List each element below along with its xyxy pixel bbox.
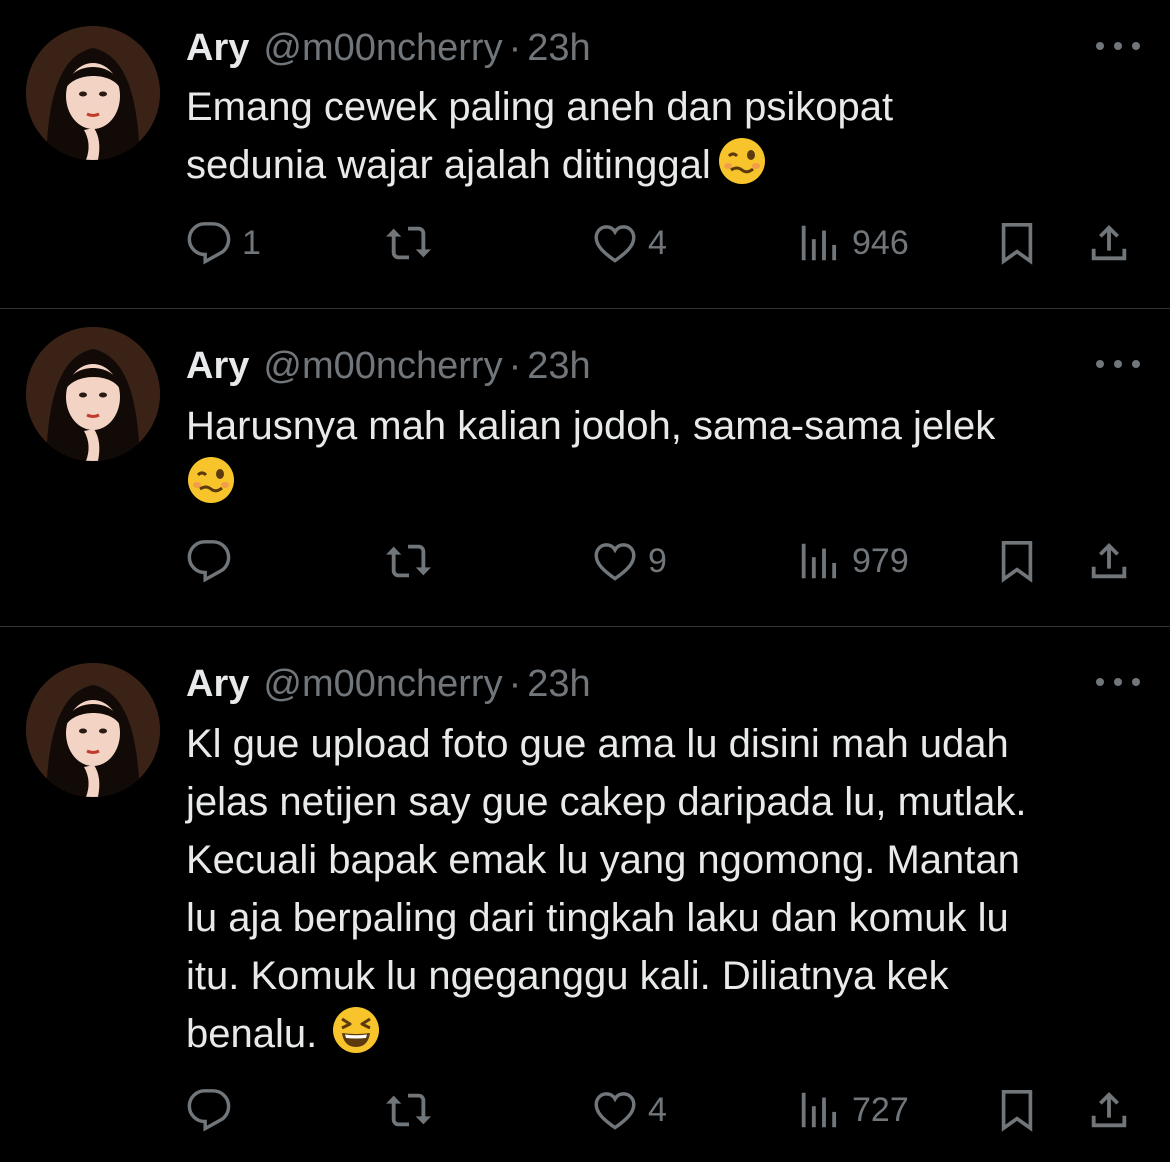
woozy-face-emoji-icon: [186, 455, 236, 505]
views-count: 979: [852, 541, 909, 580]
like-button[interactable]: 9: [592, 536, 667, 586]
heart-icon: [592, 220, 638, 266]
tweet-text: Emang cewek paling aneh dan psikopat sed…: [186, 78, 1136, 194]
tweet-actions: 1 4 946: [186, 218, 1136, 268]
author-handle[interactable]: @m00ncherry: [263, 663, 502, 706]
tweet[interactable]: Ary @m00ncherry · 23h Harusnya mah kalia…: [0, 309, 1170, 627]
tweet-actions: 9 979: [186, 536, 1136, 586]
views-chart-icon: [796, 538, 842, 584]
timestamp[interactable]: 23h: [527, 27, 590, 70]
bookmark-button[interactable]: [994, 1085, 1040, 1135]
views-chart-icon: [796, 220, 842, 266]
separator: ·: [508, 344, 522, 387]
avatar[interactable]: [26, 327, 160, 461]
more-options-icon[interactable]: [1096, 36, 1140, 56]
tweet[interactable]: Ary @m00ncherry · 23h Kl gue upload foto…: [0, 627, 1170, 1162]
more-options-icon[interactable]: [1096, 672, 1140, 692]
views-chart-icon: [796, 1087, 842, 1133]
author-name[interactable]: Ary: [186, 663, 249, 706]
like-count: 4: [648, 1090, 667, 1129]
bookmark-button[interactable]: [994, 536, 1040, 586]
share-icon: [1086, 1087, 1132, 1133]
retweet-button[interactable]: [384, 536, 444, 586]
share-button[interactable]: [1086, 536, 1132, 586]
separator: ·: [508, 662, 522, 705]
share-button[interactable]: [1086, 1085, 1132, 1135]
tweet-text-content: Kl gue upload foto gue ama lu disini mah…: [186, 722, 1027, 1056]
share-icon: [1086, 220, 1132, 266]
retweet-button[interactable]: [384, 1085, 444, 1135]
tweet-header: Ary @m00ncherry · 23h: [186, 340, 591, 392]
woozy-face-emoji-icon: [717, 136, 767, 186]
bookmark-button[interactable]: [994, 218, 1040, 268]
avatar[interactable]: [26, 26, 160, 160]
like-count: 9: [648, 541, 667, 580]
views-count: 946: [852, 223, 909, 262]
like-button[interactable]: 4: [592, 218, 667, 268]
heart-icon: [592, 1087, 638, 1133]
tweet-text: Harusnya mah kalian jodoh, sama-sama jel…: [186, 397, 1136, 513]
retweet-icon: [384, 538, 434, 584]
reply-button[interactable]: 1: [186, 218, 261, 268]
timestamp[interactable]: 23h: [527, 345, 590, 388]
reply-count: 1: [242, 223, 261, 262]
share-icon: [1086, 538, 1132, 584]
share-button[interactable]: [1086, 218, 1132, 268]
author-name[interactable]: Ary: [186, 27, 249, 70]
retweet-button[interactable]: [384, 218, 444, 268]
tweet-text-content: Harusnya mah kalian jodoh, sama-sama jel…: [186, 404, 996, 448]
tweet[interactable]: Ary @m00ncherry · 23h Emang cewek paling…: [0, 0, 1170, 309]
views-button[interactable]: 727: [796, 1085, 909, 1135]
tweet-actions: 4 727: [186, 1085, 1136, 1135]
like-count: 4: [648, 223, 667, 262]
like-button[interactable]: 4: [592, 1085, 667, 1135]
reply-button[interactable]: [186, 536, 242, 586]
views-button[interactable]: 979: [796, 536, 909, 586]
heart-icon: [592, 538, 638, 584]
separator: ·: [508, 26, 522, 69]
retweet-icon: [384, 1087, 434, 1133]
reply-icon: [186, 220, 232, 266]
avatar[interactable]: [26, 663, 160, 797]
bookmark-icon: [994, 220, 1040, 266]
grinning-squinting-face-emoji-icon: [331, 1005, 381, 1055]
tweet-text: Kl gue upload foto gue ama lu disini mah…: [186, 715, 1136, 1063]
tweet-text-content: Emang cewek paling aneh dan psikopat sed…: [186, 85, 894, 187]
tweet-header: Ary @m00ncherry · 23h: [186, 22, 591, 74]
author-handle[interactable]: @m00ncherry: [263, 345, 502, 388]
tweet-header: Ary @m00ncherry · 23h: [186, 658, 591, 710]
reply-icon: [186, 1087, 232, 1133]
views-count: 727: [852, 1090, 909, 1129]
bookmark-icon: [994, 1087, 1040, 1133]
reply-icon: [186, 538, 232, 584]
reply-button[interactable]: [186, 1085, 242, 1135]
author-name[interactable]: Ary: [186, 345, 249, 388]
retweet-icon: [384, 220, 434, 266]
author-handle[interactable]: @m00ncherry: [263, 27, 502, 70]
more-options-icon[interactable]: [1096, 354, 1140, 374]
timestamp[interactable]: 23h: [527, 663, 590, 706]
views-button[interactable]: 946: [796, 218, 909, 268]
bookmark-icon: [994, 538, 1040, 584]
